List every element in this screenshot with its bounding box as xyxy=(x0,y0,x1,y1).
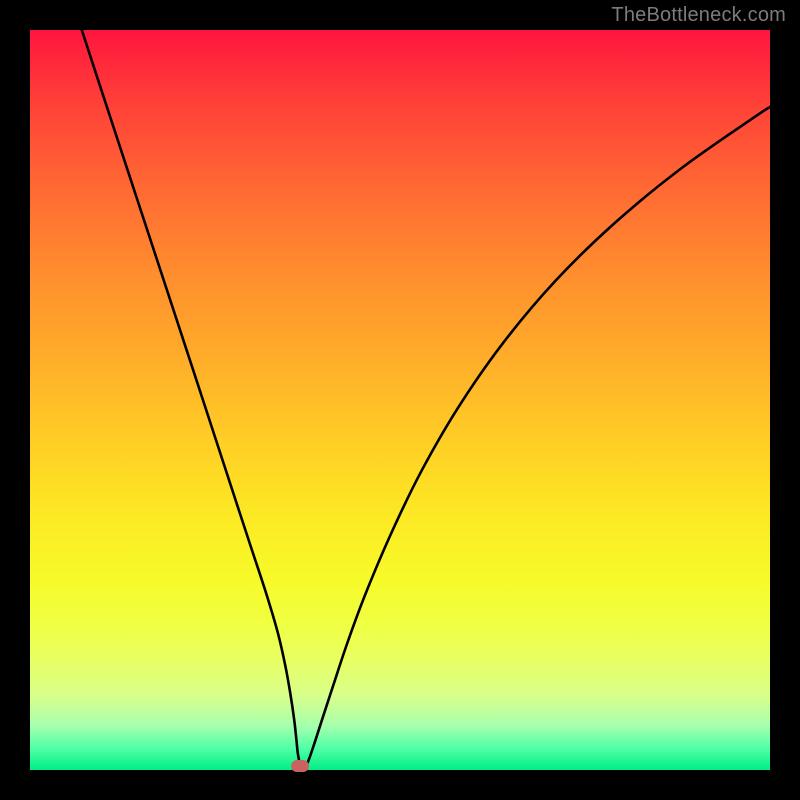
minimum-marker xyxy=(291,760,309,772)
chart-frame: TheBottleneck.com xyxy=(0,0,800,800)
plot-area xyxy=(30,30,770,770)
bottleneck-curve xyxy=(82,30,770,769)
watermark-text: TheBottleneck.com xyxy=(611,4,786,27)
curve-svg xyxy=(30,30,770,770)
